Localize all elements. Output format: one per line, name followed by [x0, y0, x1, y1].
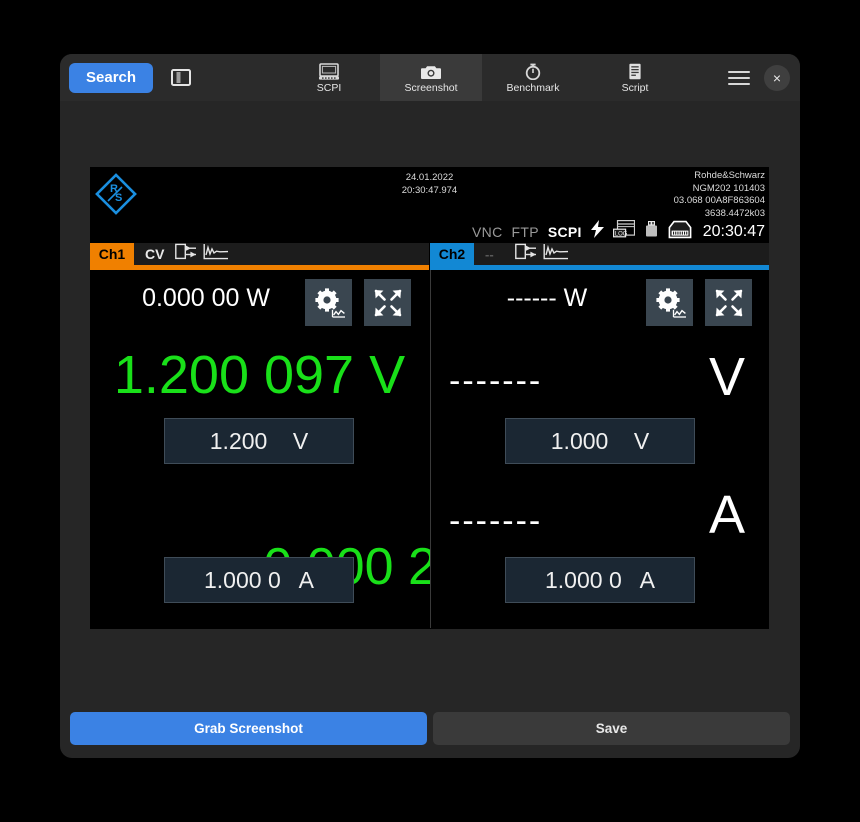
terminal-icon	[319, 62, 339, 80]
waveform-icon[interactable]	[203, 243, 229, 265]
channel-ch2-power-row: ------ W	[431, 276, 769, 330]
instrument-firmware: 03.068 00A8F863604	[673, 195, 765, 206]
app-window: Search SCPI Screenshot Benchmark Script …	[60, 54, 800, 758]
channel-ch1-mode: CV	[145, 246, 165, 262]
panel-toggle-icon[interactable]	[167, 64, 195, 92]
channel-tab-ch2-label[interactable]: Ch2	[430, 243, 474, 265]
usb-icon	[644, 220, 659, 243]
channel-tab-ch1[interactable]: Ch1 CV	[90, 243, 429, 270]
channel-tabs: Ch1 CV Ch2 --	[90, 243, 769, 270]
channel-tab-ch2[interactable]: Ch2 --	[430, 243, 769, 270]
tab-benchmark-label: Benchmark	[506, 81, 560, 94]
lightning-icon	[590, 220, 604, 243]
channel-ch2-tab-icons	[515, 243, 569, 265]
status-clock: 20:30:47	[702, 222, 765, 240]
gear-settings-icon[interactable]	[646, 279, 693, 326]
waveform-icon[interactable]	[543, 243, 569, 265]
output-terminal-icon[interactable]	[175, 243, 197, 265]
instrument-statusbar: VNC FTP SCPI LOG 20:30:47	[90, 220, 769, 243]
channel-ch1-power-value: 0.000 00 W	[142, 284, 270, 312]
search-button[interactable]: Search	[69, 62, 154, 93]
toolbar-right-group: ×	[728, 54, 790, 101]
channel-tab-ch1-label[interactable]: Ch1	[90, 243, 134, 265]
channel-ch1-voltage-reading: 1.200 097 V	[113, 345, 406, 405]
output-terminal-icon[interactable]	[515, 243, 537, 265]
instrument-header: R S 24.01.2022 20:30:47.974 Rohde&Schwar…	[90, 167, 769, 220]
channel-ch1-power-row: 0.000 00 W	[90, 276, 429, 330]
channel-ch2-mode: --	[485, 246, 494, 262]
stopwatch-icon	[523, 62, 543, 80]
channel-ch2-voltage-setpoint[interactable]: 1.000 V	[505, 418, 695, 464]
channel-ch2-current-unit: A	[708, 485, 745, 545]
instrument-time: 20:30:47.974	[401, 185, 458, 196]
instrument-screenshot-preview: R S 24.01.2022 20:30:47.974 Rohde&Schwar…	[90, 167, 769, 629]
channel-ch2-current-setpoint[interactable]: 1.000 0 A	[505, 557, 695, 603]
instrument-datetime: 24.01.2022 20:30:47.974	[90, 171, 769, 197]
instrument-manufacturer: Rohde&Schwarz	[694, 170, 765, 181]
instrument-model: NGM202 101403	[692, 182, 765, 194]
grab-screenshot-button[interactable]: Grab Screenshot	[70, 712, 427, 745]
gear-settings-icon[interactable]	[305, 279, 352, 326]
clipboard-icon	[625, 62, 645, 80]
camera-icon	[421, 62, 441, 80]
channel-ch1-voltage-setpoint[interactable]: 1.200 V	[164, 418, 354, 464]
close-icon[interactable]: ×	[764, 64, 790, 91]
tab-scpi-label: SCPI	[316, 81, 342, 94]
status-ftp: FTP	[511, 223, 539, 240]
log-icon: LOG	[612, 220, 635, 243]
tab-scpi[interactable]: SCPI	[278, 54, 380, 101]
channel-panes: 0.000 00 W 1.200 097 V 1.200 V 0.000 20 …	[90, 270, 769, 628]
status-scpi: SCPI	[547, 223, 582, 240]
toolbar: Search SCPI Screenshot Benchmark Script …	[60, 54, 800, 101]
expand-arrows-icon[interactable]	[705, 279, 752, 326]
expand-arrows-icon[interactable]	[364, 279, 411, 326]
window-body: R S 24.01.2022 20:30:47.974 Rohde&Schwar…	[60, 101, 800, 758]
tab-script[interactable]: Script	[584, 54, 686, 101]
channel-ch2-voltage-reading: -------	[449, 362, 543, 400]
footer-actions: Grab Screenshot Save	[70, 712, 790, 745]
tab-screenshot[interactable]: Screenshot	[380, 54, 482, 101]
tab-benchmark[interactable]: Benchmark	[482, 54, 584, 101]
tab-screenshot-label: Screenshot	[404, 81, 458, 94]
hamburger-icon[interactable]	[728, 67, 750, 89]
tab-script-label: Script	[621, 81, 649, 94]
lan-icon	[668, 220, 692, 244]
status-vnc: VNC	[472, 223, 503, 240]
instrument-date: 24.01.2022	[405, 172, 454, 183]
svg-text:LOG: LOG	[615, 231, 628, 237]
save-button[interactable]: Save	[433, 712, 790, 745]
instrument-device-info: Rohde&Schwarz NGM202 101403 03.068 00A8F…	[674, 170, 765, 220]
channel-ch2-power-value: ------ W	[506, 284, 588, 312]
channel-pane-ch1: 0.000 00 W 1.200 097 V 1.200 V 0.000 20 …	[90, 270, 521, 628]
nav-tabs: SCPI Screenshot Benchmark Script	[278, 54, 686, 101]
channel-ch1-current-setpoint[interactable]: 1.000 0 A	[164, 557, 354, 603]
instrument-material-number: 3638.4472k03	[704, 207, 765, 219]
channel-ch2-current-reading: -------	[449, 502, 543, 540]
channel-pane-ch2: ------ W ------- V 1.000 V ------- A 1.0…	[430, 270, 769, 628]
channel-ch1-tab-icons	[175, 243, 229, 265]
channel-ch2-voltage-unit: V	[708, 347, 745, 407]
